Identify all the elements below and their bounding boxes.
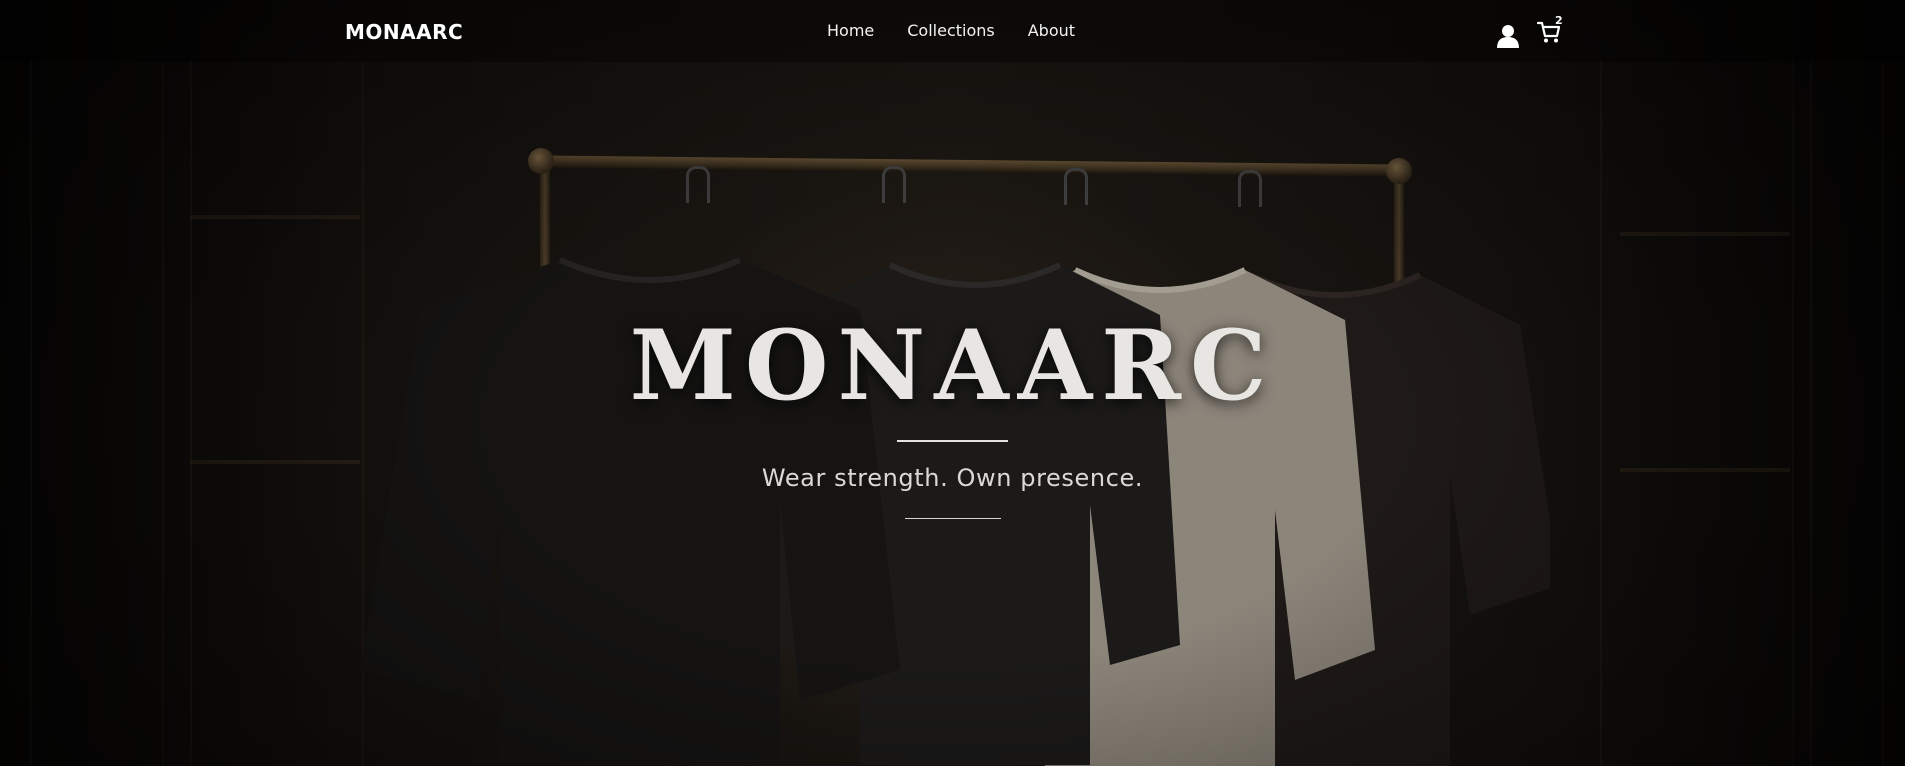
nav-link-collections[interactable]: Collections — [907, 21, 994, 40]
rack-finial-right — [1386, 158, 1412, 184]
hero-section: MONAARC Home Collections About 2 MONAARC… — [0, 0, 1905, 766]
hanger-hook — [882, 166, 906, 203]
user-icon[interactable] — [1497, 24, 1519, 48]
title-divider — [897, 440, 1008, 442]
nav-link-home[interactable]: Home — [827, 21, 874, 40]
tagline-divider — [905, 518, 1001, 519]
hanger-hook — [1238, 170, 1262, 207]
wall-shelf — [1620, 232, 1790, 236]
main-navigation: Home Collections About — [827, 21, 1075, 40]
nav-link-about[interactable]: About — [1028, 21, 1075, 40]
hanger-hook — [686, 166, 710, 203]
rack-finial-left — [528, 148, 554, 174]
wall-shelf — [190, 215, 360, 219]
hero-tagline: Wear strength. Own presence. — [761, 464, 1144, 492]
clothing-rack — [534, 155, 1406, 177]
cart-count-badge: 2 — [1555, 14, 1563, 27]
hanger-hook — [1064, 168, 1088, 205]
brand-logo[interactable]: MONAARC — [345, 20, 463, 44]
hero-title: MONAARC — [629, 309, 1276, 422]
